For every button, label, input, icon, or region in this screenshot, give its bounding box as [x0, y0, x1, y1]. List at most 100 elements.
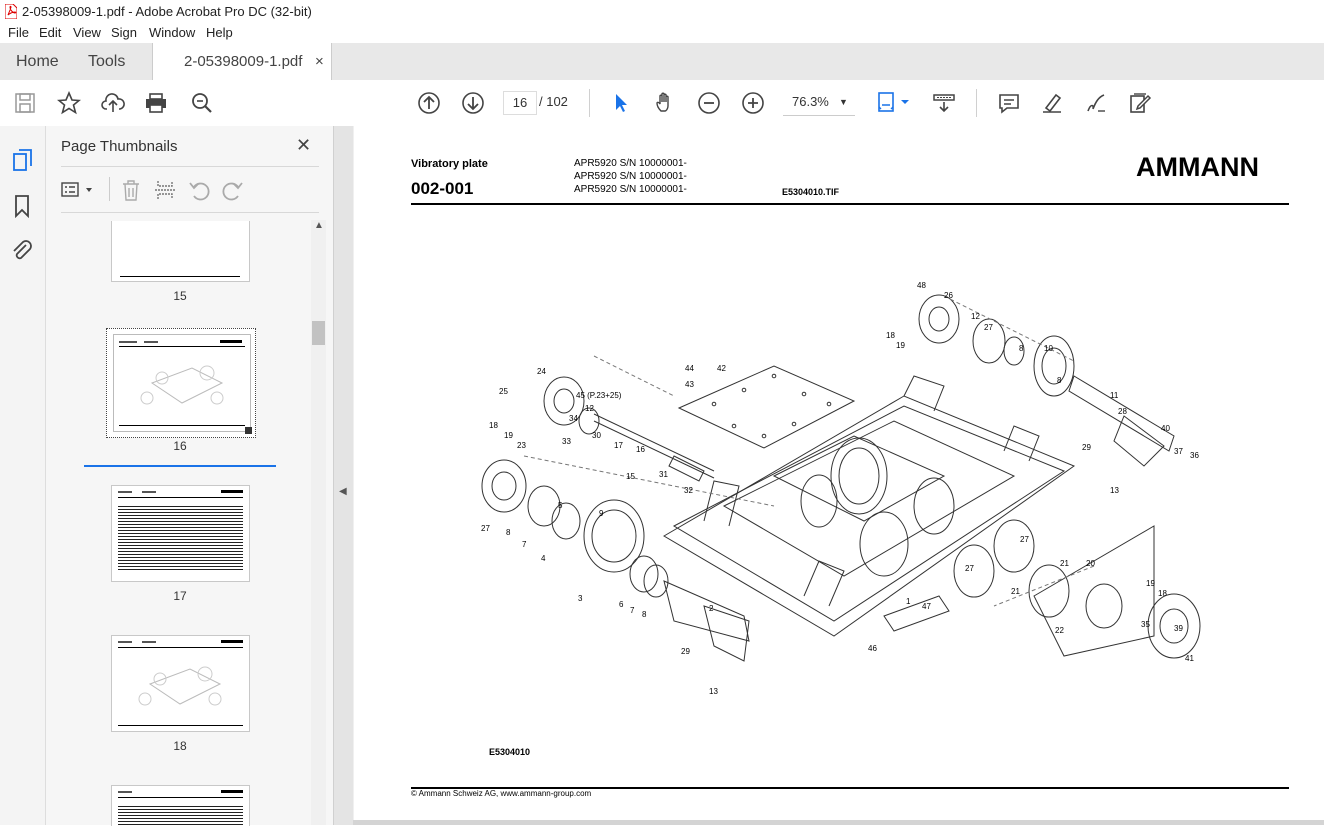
- callout: 7: [630, 606, 635, 615]
- callout: 33: [562, 437, 571, 446]
- comment-icon[interactable]: [997, 91, 1021, 115]
- tab-bar: Home Tools 2-05398009-1.pdf ×: [0, 43, 1324, 81]
- tab-home[interactable]: Home: [16, 43, 59, 80]
- collapse-panel-icon[interactable]: ◀: [339, 486, 347, 497]
- model-line: APR5920 S/N 10000001-: [574, 158, 687, 169]
- callout: 21: [1060, 559, 1069, 568]
- callout: 13: [1110, 486, 1119, 495]
- page-thumbnails-panel: Page Thumbnails ✕ 15 16 17 18: [46, 126, 333, 826]
- star-icon[interactable]: [56, 90, 82, 115]
- drawing-preview-icon: [138, 666, 222, 706]
- header-rule: [411, 203, 1289, 205]
- menu-edit[interactable]: Edit: [39, 25, 61, 40]
- panel-splitter[interactable]: ◀: [333, 126, 355, 825]
- callout: 11: [1110, 391, 1119, 400]
- page-number-input[interactable]: 16: [503, 91, 537, 115]
- save-icon[interactable]: [13, 91, 37, 115]
- rotate-cw-icon[interactable]: [222, 179, 244, 201]
- zoom-in-icon[interactable]: [741, 91, 765, 115]
- zoom-select[interactable]: 76.3% ▼: [783, 91, 855, 116]
- scroll-mode-icon[interactable]: [932, 91, 956, 115]
- page-thumbnail-19[interactable]: [111, 785, 250, 826]
- model-line: APR5920 S/N 10000001-: [574, 171, 687, 182]
- rotate-ccw-icon[interactable]: [188, 179, 210, 201]
- drop-indicator: [84, 465, 276, 467]
- page-thumbnail-16[interactable]: [106, 328, 256, 438]
- sign-icon[interactable]: [1084, 91, 1108, 115]
- callout: 42: [717, 364, 726, 373]
- menu-file[interactable]: File: [8, 25, 29, 40]
- tab-document-label: 2-05398009-1.pdf: [184, 53, 303, 70]
- select-cursor-icon[interactable]: [609, 91, 633, 115]
- menu-view[interactable]: View: [73, 25, 101, 40]
- zoom-search-icon[interactable]: [190, 91, 214, 115]
- tab-tools[interactable]: Tools: [88, 43, 125, 80]
- bookmark-icon[interactable]: [13, 194, 31, 218]
- edit-share-icon[interactable]: [1128, 91, 1152, 115]
- callout: 2: [709, 604, 714, 613]
- hand-icon[interactable]: [653, 91, 677, 115]
- callout: 17: [614, 441, 623, 450]
- callout: 48: [917, 281, 926, 290]
- menu-help[interactable]: Help: [206, 25, 233, 40]
- callout: 27: [965, 564, 974, 573]
- header-label: Vibratory plate: [411, 158, 488, 170]
- scroll-up-icon[interactable]: ▲: [314, 220, 324, 231]
- page-thumbnail-17[interactable]: [111, 485, 250, 582]
- page-thumbnail-18[interactable]: [111, 635, 250, 732]
- attachment-icon[interactable]: [11, 239, 33, 263]
- print-icon[interactable]: [144, 91, 168, 115]
- tif-reference: E5304010.TIF: [782, 187, 840, 197]
- upload-icon[interactable]: [101, 91, 125, 115]
- callout: 39: [1174, 624, 1183, 633]
- highlight-icon[interactable]: [1040, 91, 1064, 115]
- callout: 8: [642, 610, 647, 619]
- callout: 18: [489, 421, 498, 430]
- page-thumbnails-icon[interactable]: [12, 148, 34, 172]
- callout: 20: [1086, 559, 1095, 568]
- extract-pages-icon[interactable]: [154, 179, 176, 201]
- pdf-page[interactable]: Vibratory plate 002-001 APR5920 S/N 1000…: [354, 126, 1324, 820]
- callout: 44: [685, 364, 694, 373]
- zoom-value: 76.3%: [792, 94, 829, 109]
- thumbnail-options-menu[interactable]: [61, 180, 97, 200]
- menu-window[interactable]: Window: [149, 25, 195, 40]
- page-down-icon[interactable]: [461, 91, 485, 115]
- callout: 15: [626, 472, 635, 481]
- tab-document[interactable]: 2-05398009-1.pdf ×: [152, 43, 332, 81]
- callout: 8: [1019, 344, 1024, 353]
- toolbar-divider: [976, 89, 977, 117]
- divider: [61, 166, 319, 167]
- callout: 43: [685, 380, 694, 389]
- close-icon[interactable]: ✕: [296, 135, 311, 156]
- callout: 32: [684, 486, 693, 495]
- scrollbar-thumb[interactable]: [312, 321, 325, 345]
- toolbar-divider: [589, 89, 590, 117]
- divider: [61, 212, 319, 213]
- callout: 5: [558, 501, 563, 510]
- copyright-footer: © Ammann Schweiz AG, www.ammann-group.co…: [411, 789, 592, 798]
- callout: 1: [906, 597, 911, 606]
- page-fit-icon[interactable]: [877, 91, 911, 115]
- callout: 29: [1082, 443, 1091, 452]
- callout: 40: [1161, 424, 1170, 433]
- callout: 46: [868, 644, 877, 653]
- callout: 29: [681, 647, 690, 656]
- thumbnail-scrollbar[interactable]: ▲: [311, 220, 326, 825]
- zoom-out-icon[interactable]: [697, 91, 721, 115]
- callout: 27: [984, 323, 993, 332]
- header-code: 002-001: [411, 179, 474, 198]
- tab-close-icon[interactable]: ×: [315, 43, 324, 80]
- delete-icon[interactable]: [121, 179, 141, 201]
- callout: 26: [944, 291, 953, 300]
- callout: 3: [578, 594, 583, 603]
- page-up-icon[interactable]: [417, 91, 441, 115]
- chevron-down-icon: ▼: [839, 97, 848, 107]
- callout: 10: [1044, 344, 1053, 353]
- menu-sign[interactable]: Sign: [111, 25, 137, 40]
- callout: 16: [636, 445, 645, 454]
- callout: 6: [619, 600, 624, 609]
- callout: 4: [541, 554, 546, 563]
- panel-title: Page Thumbnails: [61, 138, 178, 155]
- page-thumbnail-15[interactable]: [111, 221, 250, 282]
